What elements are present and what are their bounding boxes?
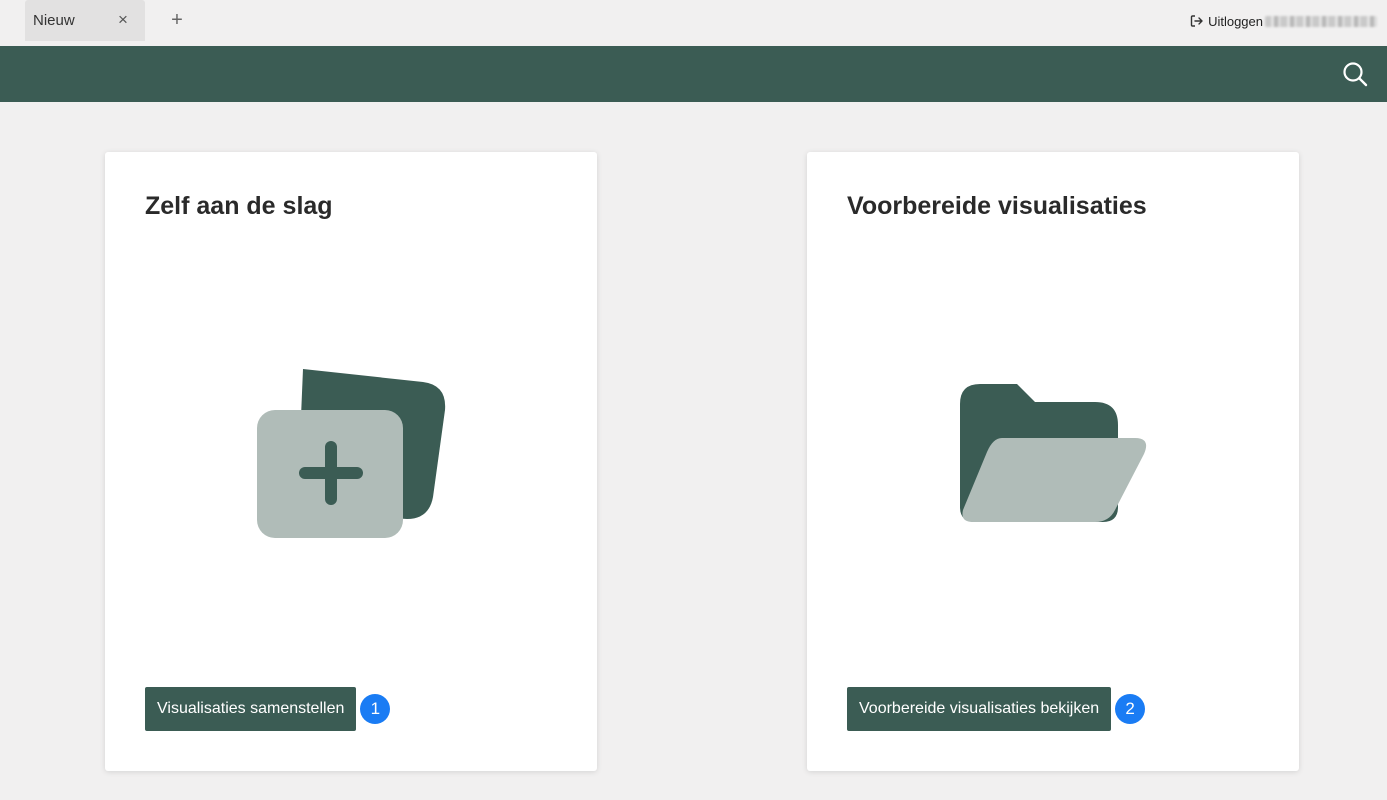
card-prepared-visualisations: Voorbereide visualisaties Voorbereide vi… — [807, 152, 1299, 771]
tab-bar: Nieuw × + Uitloggen — [0, 0, 1387, 41]
open-folder-icon — [957, 382, 1152, 532]
action-row: Visualisaties samenstellen 1 — [145, 687, 391, 731]
search-icon[interactable] — [1341, 60, 1369, 88]
user-name-redacted — [1265, 15, 1377, 27]
step-badge: 1 — [360, 694, 391, 724]
tab-close-icon[interactable]: × — [116, 11, 130, 28]
action-row: Voorbereide visualisaties bekijken 2 — [847, 687, 1146, 731]
logout-icon — [1190, 15, 1203, 27]
tab-nieuw[interactable]: Nieuw × — [25, 0, 145, 41]
add-files-icon — [255, 367, 450, 547]
card-title: Voorbereide visualisaties — [847, 192, 1147, 220]
logout-label: Uitloggen — [1208, 13, 1263, 29]
step-badge: 2 — [1115, 694, 1146, 724]
compose-visualisations-button[interactable]: Visualisaties samenstellen — [145, 687, 357, 731]
app-header — [0, 46, 1387, 102]
card-self-service: Zelf aan de slag Visualisaties samenstel… — [105, 152, 597, 771]
add-tab-icon[interactable]: + — [168, 10, 186, 30]
tab-label: Nieuw — [33, 12, 75, 29]
view-prepared-visualisations-button[interactable]: Voorbereide visualisaties bekijken — [847, 687, 1112, 731]
card-title: Zelf aan de slag — [145, 192, 333, 220]
logout-link[interactable]: Uitloggen — [1190, 12, 1377, 30]
